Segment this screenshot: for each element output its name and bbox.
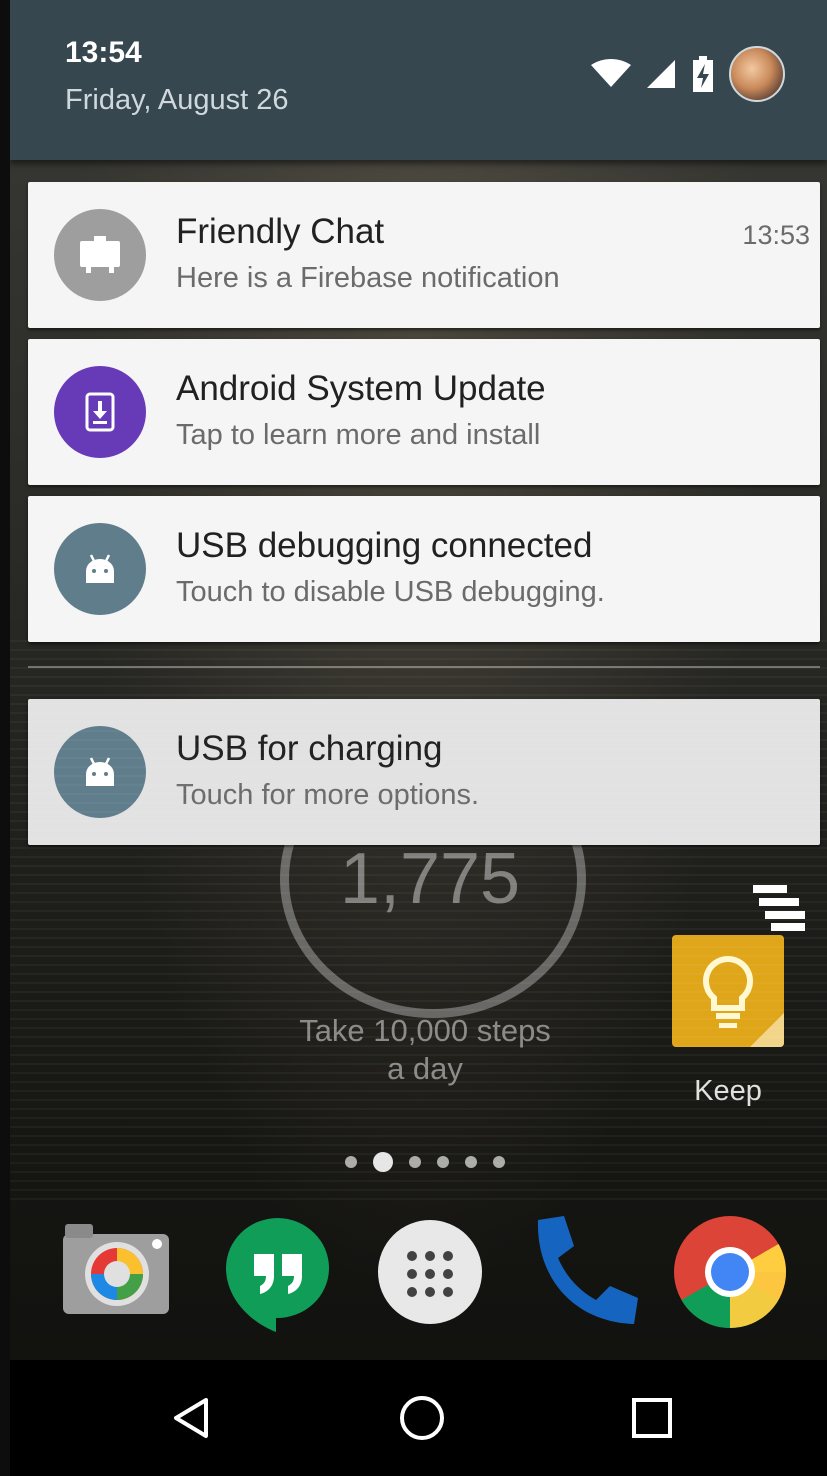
notification-system-update[interactable]: Android System Update Tap to learn more …: [28, 339, 820, 485]
android-icon: [54, 523, 146, 615]
notification-title: Android System Update: [176, 369, 546, 408]
notification-usb-charging[interactable]: USB for charging Touch for more options.: [28, 699, 820, 845]
notification-shade-header[interactable]: 13:54 Friday, August 26: [10, 0, 827, 160]
phone-icon[interactable]: [520, 1212, 640, 1332]
app-drawer-icon[interactable]: [370, 1212, 490, 1332]
clock-date: Friday, August 26: [65, 84, 289, 116]
wifi-icon: [591, 59, 631, 87]
page-dot: [345, 1156, 357, 1168]
system-update-icon: [54, 366, 146, 458]
user-avatar[interactable]: [729, 46, 785, 102]
notification-time: 13:53: [742, 220, 810, 250]
step-goal-caption: Take 10,000 steps a day: [260, 1012, 590, 1088]
camera-icon[interactable]: [55, 1212, 175, 1332]
recents-button[interactable]: [618, 1384, 686, 1452]
step-goal-line-2: a day: [387, 1051, 463, 1086]
notification-text: Here is a Firebase notification: [176, 262, 560, 294]
device-screen: 1,775 Take 10,000 steps a day Keep 13:54…: [10, 0, 827, 1476]
keep-app-label: Keep: [694, 1075, 762, 1107]
notification-title: Friendly Chat: [176, 212, 385, 251]
page-dot: [493, 1156, 505, 1168]
notification-usb-debugging[interactable]: USB debugging connected Touch to disable…: [28, 496, 820, 642]
chrome-icon[interactable]: [670, 1212, 790, 1332]
back-button[interactable]: [158, 1384, 226, 1452]
notification-text: Touch for more options.: [176, 779, 480, 811]
battery-charging-icon: [693, 56, 713, 92]
notification-text: Touch to disable USB debugging.: [176, 576, 605, 608]
notification-friendly-chat[interactable]: Friendly Chat Here is a Firebase notific…: [28, 182, 820, 328]
back-icon: [174, 1398, 208, 1438]
page-dot: [465, 1156, 477, 1168]
page-dot: [409, 1156, 421, 1168]
keep-app-icon[interactable]: [672, 935, 784, 1047]
page-dot-active: [373, 1152, 393, 1172]
step-count: 1,775: [339, 839, 521, 919]
notification-text: Tap to learn more and install: [176, 419, 541, 451]
page-dot: [437, 1156, 449, 1168]
navigation-bar: [10, 1360, 827, 1476]
home-icon: [400, 1396, 444, 1440]
cast-icon: [54, 209, 146, 301]
android-icon: [54, 726, 146, 818]
home-button[interactable]: [388, 1384, 456, 1452]
notification-title: USB for charging: [176, 729, 443, 768]
stacked-cards-icon[interactable]: [745, 885, 811, 938]
cell-signal-icon: [647, 60, 675, 88]
clock-time: 13:54: [65, 36, 142, 69]
notification-title: USB debugging connected: [176, 526, 593, 565]
page-indicator: [345, 1152, 505, 1172]
hangouts-icon[interactable]: [218, 1212, 338, 1332]
recents-icon: [632, 1398, 672, 1438]
step-goal-line-1: Take 10,000 steps: [299, 1013, 551, 1048]
status-icons: [591, 46, 785, 102]
notification-divider: [28, 666, 820, 668]
